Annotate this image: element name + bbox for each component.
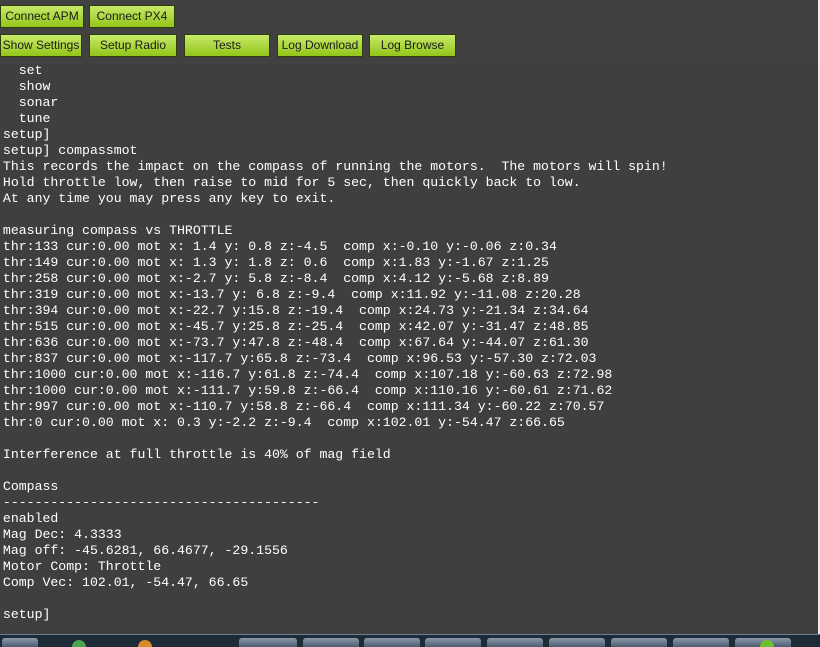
taskbar-window-button[interactable] — [425, 638, 481, 647]
taskbar-window-button[interactable] — [239, 638, 297, 647]
terminal-output[interactable]: set show sonar tune setup] setup] compas… — [0, 64, 816, 634]
taskbar — [0, 634, 820, 647]
connect-apm-button[interactable]: Connect APM — [0, 5, 84, 28]
toolbar: Connect APM Connect PX4 Show Settings Se… — [0, 0, 820, 64]
log-browse-button[interactable]: Log Browse — [369, 34, 456, 57]
taskbar-app-icon[interactable] — [138, 640, 152, 647]
setup-radio-button[interactable]: Setup Radio — [89, 34, 177, 57]
taskbar-window-button[interactable] — [611, 638, 667, 647]
taskbar-window-button[interactable] — [364, 638, 420, 647]
app-window: Connect APM Connect PX4 Show Settings Se… — [0, 0, 820, 647]
log-download-button[interactable]: Log Download — [277, 34, 363, 57]
taskbar-app-icon[interactable] — [760, 640, 774, 647]
taskbar-window-button[interactable] — [549, 638, 605, 647]
taskbar-window-button[interactable] — [673, 638, 729, 647]
connect-px4-button[interactable]: Connect PX4 — [89, 5, 175, 28]
show-settings-button[interactable]: Show Settings — [0, 34, 82, 57]
taskbar-window-button[interactable] — [303, 638, 359, 647]
taskbar-app-icon[interactable] — [72, 640, 86, 647]
terminal-text: set show sonar tune setup] setup] compas… — [2, 64, 668, 622]
tests-button[interactable]: Tests — [184, 34, 270, 57]
taskbar-window-button[interactable] — [487, 638, 543, 647]
taskbar-start-orb[interactable] — [2, 638, 38, 647]
